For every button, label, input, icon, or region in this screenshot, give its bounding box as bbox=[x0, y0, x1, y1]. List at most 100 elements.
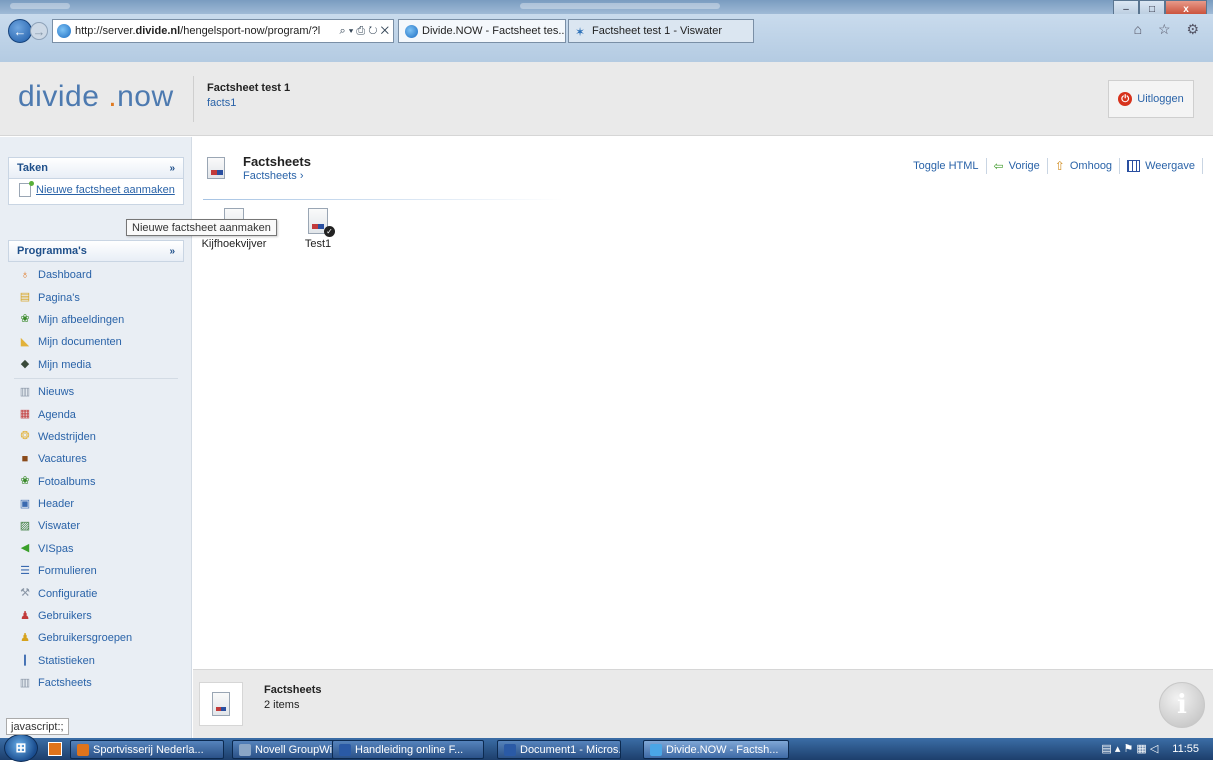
sidebar-item-configuratie[interactable]: ⚒ Configuratie bbox=[8, 582, 184, 604]
sidebar-item-label: Gebruikersgroepen bbox=[38, 632, 133, 645]
start-button[interactable]: ⊞ bbox=[4, 734, 38, 762]
logo-suffix: now bbox=[117, 80, 174, 113]
tasks-panel-header[interactable]: Taken » bbox=[8, 157, 184, 179]
tasks-title: Taken bbox=[17, 162, 48, 174]
url-prefix: http://server. bbox=[75, 25, 136, 37]
new-document-icon bbox=[19, 181, 34, 197]
taskbar-item[interactable]: Sportvisserij Nederla... bbox=[70, 740, 224, 759]
divide-now-logo[interactable]: divide .now bbox=[18, 80, 174, 114]
file-label: Kijfhoekvijver bbox=[201, 238, 267, 250]
images-icon: ❀ bbox=[20, 313, 30, 326]
ie-icon bbox=[57, 24, 71, 38]
home-favorites-tools-icons[interactable]: ⌂ ☆ ⚙ bbox=[1134, 21, 1205, 38]
published-check-icon: ✓ bbox=[324, 226, 335, 237]
viswater-icon: ▨ bbox=[19, 519, 31, 532]
tab-divide-now[interactable]: Divide.NOW - Factsheet tes... × bbox=[398, 19, 566, 43]
sidebar-item-mijn-documenten[interactable]: ◣ Mijn documenten bbox=[8, 331, 184, 353]
sidebar-item-viswater[interactable]: ▨ Viswater bbox=[8, 515, 184, 537]
sidebar-item-label: Agenda bbox=[38, 408, 76, 421]
sidebar-item-label: Configuratie bbox=[38, 587, 98, 600]
sidebar-item-vacatures[interactable]: ■ Vacatures bbox=[8, 448, 184, 470]
taskbar-item[interactable]: Document1 - Micros... bbox=[497, 740, 621, 759]
sidebar-item-nieuws[interactable]: ▥ Nieuws bbox=[8, 381, 184, 403]
up-button[interactable]: ⇧ Omhoog bbox=[1046, 158, 1119, 174]
sidebar-item-mijn-afbeeldingen[interactable]: ❀ Mijn afbeeldingen bbox=[8, 309, 184, 331]
logout-label: Uitloggen bbox=[1137, 93, 1184, 105]
sidebar-item-label: Dashboard bbox=[38, 269, 92, 282]
trophy-icon: ❂ bbox=[20, 430, 30, 443]
sidebar-item-statistieken[interactable]: ❙ Statistieken bbox=[8, 650, 184, 672]
sidebar-item-label: Gebruikers bbox=[38, 610, 92, 623]
previous-button[interactable]: ⇦ Vorige bbox=[985, 158, 1047, 174]
programs-panel-header[interactable]: Programma's » bbox=[8, 240, 184, 262]
info-icon[interactable]: i bbox=[1159, 682, 1205, 728]
url-host: divide.nl bbox=[135, 25, 181, 37]
list-separator bbox=[14, 377, 178, 379]
sidebar-item-label: Fotoalbums bbox=[38, 475, 96, 488]
sidebar-item-vispas[interactable]: ◀ VISpas bbox=[8, 538, 184, 560]
action-label: Toggle HTML bbox=[913, 160, 979, 172]
taskbar-item-label: Document1 - Micros... bbox=[520, 743, 621, 756]
sidebar-item-factsheets[interactable]: ▥ Factsheets bbox=[8, 672, 184, 694]
taskbar-item[interactable]: Handleiding online F... bbox=[332, 740, 484, 759]
item-count: 2 items bbox=[264, 699, 300, 711]
site-subtitle[interactable]: facts1 bbox=[207, 97, 236, 109]
pages-icon: ▤ bbox=[19, 291, 31, 304]
browser-navbar: ← → http://server. divide.nl/hengelsport-… bbox=[0, 14, 1213, 62]
sidebar-item-fotoalbums[interactable]: ❀ Fotoalbums bbox=[8, 471, 184, 493]
address-controls[interactable]: ⌕ ▾ ⎙ ↻ ✕ bbox=[336, 25, 389, 38]
tab-factsheet-viswater[interactable]: ✶ Factsheet test 1 - Viswater bbox=[568, 19, 754, 43]
file-item-test1[interactable]: ✓ Test1 bbox=[285, 208, 351, 250]
logo-dot: . bbox=[108, 80, 118, 113]
page-title: Factsheets bbox=[243, 154, 311, 169]
sidebar-item-dashboard[interactable]: ♁ Dashboard bbox=[8, 264, 184, 286]
toggle-html-button[interactable]: Toggle HTML bbox=[906, 158, 985, 174]
sidebar-item-label: Mijn afbeeldingen bbox=[38, 313, 125, 326]
new-factsheet-link[interactable]: Nieuwe factsheet aanmaken bbox=[19, 181, 175, 197]
breadcrumb[interactable]: Factsheets › bbox=[243, 170, 304, 182]
sidebar-item-label: Factsheets bbox=[38, 677, 92, 690]
sidebar-item-formulieren[interactable]: ☰ Formulieren bbox=[8, 560, 184, 582]
taskbar-item[interactable]: Divide.NOW - Factsh... bbox=[643, 740, 789, 759]
file-label: Test1 bbox=[304, 238, 332, 250]
sidebar-item-gebruikersgroepen[interactable]: ♟ Gebruikersgroepen bbox=[8, 627, 184, 649]
logout-button[interactable]: ⏻ Uitloggen bbox=[1108, 80, 1194, 118]
forward-button[interactable]: → bbox=[30, 22, 48, 40]
clock[interactable]: 11:55 bbox=[1172, 743, 1199, 755]
header-underline bbox=[203, 199, 563, 200]
address-bar[interactable]: http://server. divide.nl/hengelsport-now/… bbox=[52, 19, 394, 43]
sidebar-item-agenda[interactable]: ▦ Agenda bbox=[8, 403, 184, 425]
action-label: Weergave bbox=[1145, 160, 1195, 172]
sidebar-item-label: Formulieren bbox=[38, 565, 97, 578]
back-button[interactable]: ← bbox=[8, 19, 32, 43]
tab-label: Divide.NOW - Factsheet tes... bbox=[422, 25, 566, 37]
sidebar-item-label: Nieuws bbox=[38, 386, 75, 399]
factsheets-icon bbox=[212, 692, 230, 716]
ie-icon bbox=[405, 24, 418, 38]
header-image-icon: ▣ bbox=[19, 497, 31, 510]
view-button[interactable]: Weergave bbox=[1119, 158, 1203, 174]
tray-icons[interactable]: ▤ ▴ ⚑ ▦ ◁ bbox=[1101, 742, 1158, 755]
sidebar-item-pagina-s[interactable]: ▤ Pagina's bbox=[8, 286, 184, 308]
windows-taskbar: ⊞ Sportvisserij Nederla... Novell GroupWi… bbox=[0, 734, 1213, 762]
sidebar-item-mijn-media[interactable]: ◆ Mijn media bbox=[8, 354, 184, 376]
sidebar-item-header[interactable]: ▣ Header bbox=[8, 493, 184, 515]
sidebar-item-gebruikers[interactable]: ♟ Gebruikers bbox=[8, 605, 184, 627]
app-icon bbox=[239, 743, 251, 756]
collapse-icon[interactable]: » bbox=[169, 246, 175, 257]
factsheets-icon bbox=[207, 157, 225, 179]
site-title: Factsheet test 1 bbox=[207, 82, 291, 94]
sidebar-item-label: Viswater bbox=[38, 520, 80, 533]
action-label: Omhoog bbox=[1069, 160, 1113, 172]
tab-label: Factsheet test 1 - Viswater bbox=[592, 25, 723, 37]
tooltip: Nieuwe factsheet aanmaken bbox=[126, 219, 277, 236]
taskbar-item-label: Divide.NOW - Factsh... bbox=[666, 743, 779, 756]
status-bar: javascript:; bbox=[6, 718, 69, 735]
quicklaunch-icon[interactable] bbox=[48, 742, 62, 756]
sidebar-item-label: Header bbox=[38, 498, 75, 511]
tasks-panel: Nieuwe factsheet aanmaken bbox=[8, 179, 184, 205]
collapse-icon[interactable]: » bbox=[169, 163, 175, 174]
app-icon bbox=[504, 743, 516, 756]
sidebar-item-wedstrijden[interactable]: ❂ Wedstrijden bbox=[8, 426, 184, 448]
app-icon bbox=[339, 743, 351, 756]
